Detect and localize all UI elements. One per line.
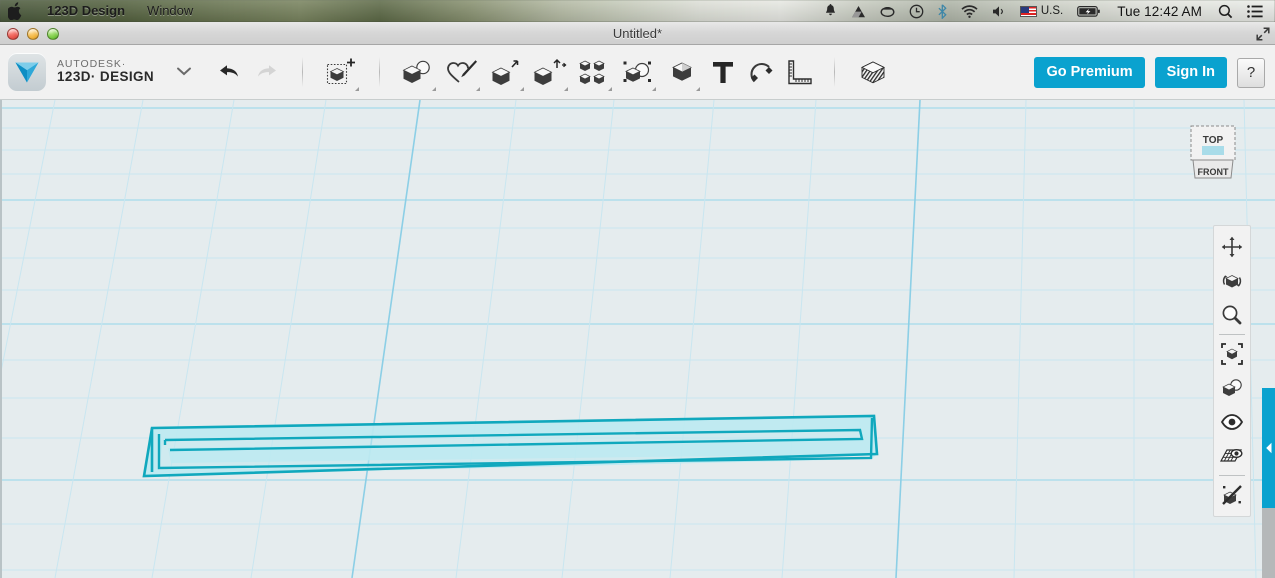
google-drive-icon[interactable] [844, 0, 873, 22]
undo-button[interactable] [210, 51, 248, 93]
pattern-tool[interactable] [572, 51, 616, 93]
view-cube[interactable]: TOP FRONT [1185, 122, 1245, 192]
svg-text:TOP: TOP [1203, 135, 1224, 146]
canvas-left-edge [0, 100, 2, 578]
redo-button[interactable] [248, 51, 286, 93]
input-source-indicator[interactable]: U.S. [1013, 0, 1070, 22]
macos-menu-bar: 123D Design Window U.S. Tue 12:42 AM [0, 0, 1275, 22]
combine-tool[interactable] [660, 51, 704, 93]
menubar-clock[interactable]: Tue 12:42 AM [1108, 4, 1211, 19]
brand-line-2: 123D· DESIGN [57, 69, 155, 85]
panel-toggle-button[interactable] [1262, 388, 1275, 508]
eye-icon[interactable] [1215, 405, 1249, 439]
transform-tool[interactable] [319, 51, 363, 93]
toolbar-account-actions: Go Premium Sign In ? [1034, 45, 1265, 100]
brand-block[interactable]: AUTODESK· 123D· DESIGN [0, 53, 192, 91]
wifi-icon[interactable] [954, 0, 985, 22]
dropbox-icon[interactable] [873, 0, 902, 22]
fullscreen-icon[interactable] [1254, 25, 1271, 42]
dropdown-marker [652, 87, 657, 91]
notification-bell-icon[interactable] [817, 0, 844, 22]
volume-icon[interactable] [985, 0, 1013, 22]
apple-menu-icon[interactable] [8, 2, 23, 20]
vertical-scrollbar[interactable] [1262, 508, 1275, 578]
bluetooth-icon[interactable] [931, 0, 954, 22]
search-icon[interactable] [1211, 0, 1240, 22]
rail-separator-2 [1219, 475, 1245, 476]
navigation-rail [1213, 225, 1251, 517]
go-premium-button[interactable]: Go Premium [1034, 57, 1145, 88]
orbit-cube-icon[interactable] [1215, 264, 1249, 298]
dropdown-marker [432, 87, 437, 91]
dropdown-marker [520, 87, 525, 91]
shading-cube-sphere-icon[interactable] [1215, 371, 1249, 405]
perspective-grid [0, 100, 1275, 578]
3d-viewport[interactable]: TOP FRONT [0, 100, 1275, 578]
sign-in-button[interactable]: Sign In [1154, 57, 1227, 88]
minimize-button[interactable] [27, 28, 39, 40]
text-tool[interactable] [704, 51, 742, 93]
grouping-tool[interactable] [616, 51, 660, 93]
menu-item-window[interactable]: Window [136, 0, 204, 22]
toolbar-separator-1 [302, 57, 304, 87]
magnifier-icon[interactable] [1215, 298, 1249, 332]
dropdown-marker [608, 87, 613, 91]
pan-arrows-icon[interactable] [1215, 230, 1249, 264]
viewcube-highlight [1202, 146, 1224, 155]
window-traffic-lights [7, 28, 59, 40]
materials-tool[interactable] [851, 51, 895, 93]
toolbar-separator-3 [834, 57, 836, 87]
list-icon[interactable] [1240, 0, 1270, 22]
construct-tool[interactable] [484, 51, 528, 93]
dropdown-marker [476, 87, 481, 91]
help-button[interactable]: ? [1237, 57, 1265, 88]
battery-icon[interactable] [1070, 0, 1108, 22]
chevron-left-icon [1265, 442, 1271, 454]
input-source-label: U.S. [1040, 5, 1064, 17]
toolbar-tool-group [210, 45, 895, 100]
close-button[interactable] [7, 28, 19, 40]
page-title: Untitled* [612, 25, 663, 41]
svg-text:FRONT: FRONT [1198, 167, 1229, 177]
ruler-icon[interactable] [780, 51, 818, 93]
us-flag-icon [1019, 5, 1037, 17]
dropdown-marker [696, 87, 701, 91]
dropdown-marker [355, 87, 360, 91]
modify-tool[interactable] [528, 51, 572, 93]
grid-eye-icon[interactable] [1215, 439, 1249, 473]
menu-item-app-name[interactable]: 123D Design [36, 0, 136, 22]
toolbar-separator-2 [379, 57, 381, 87]
crossed-cube-icon[interactable] [1215, 478, 1249, 512]
primitives-tool[interactable] [396, 51, 440, 93]
zoom-button[interactable] [47, 28, 59, 40]
autodesk-123d-logo [8, 53, 46, 91]
magnet-icon[interactable] [742, 51, 780, 93]
fit-brackets-cube-icon[interactable] [1215, 337, 1249, 371]
sketch-tool[interactable] [440, 51, 484, 93]
window-title-bar: Untitled* [0, 22, 1275, 45]
dropdown-marker [564, 87, 569, 91]
menubar-status-area: U.S. Tue 12:42 AM [817, 0, 1275, 22]
chevron-down-icon[interactable] [176, 63, 192, 81]
rail-separator-1 [1219, 334, 1245, 335]
app-toolbar: AUTODESK· 123D· DESIGN Go Premium Sign I… [0, 45, 1275, 100]
time-machine-icon[interactable] [902, 0, 931, 22]
